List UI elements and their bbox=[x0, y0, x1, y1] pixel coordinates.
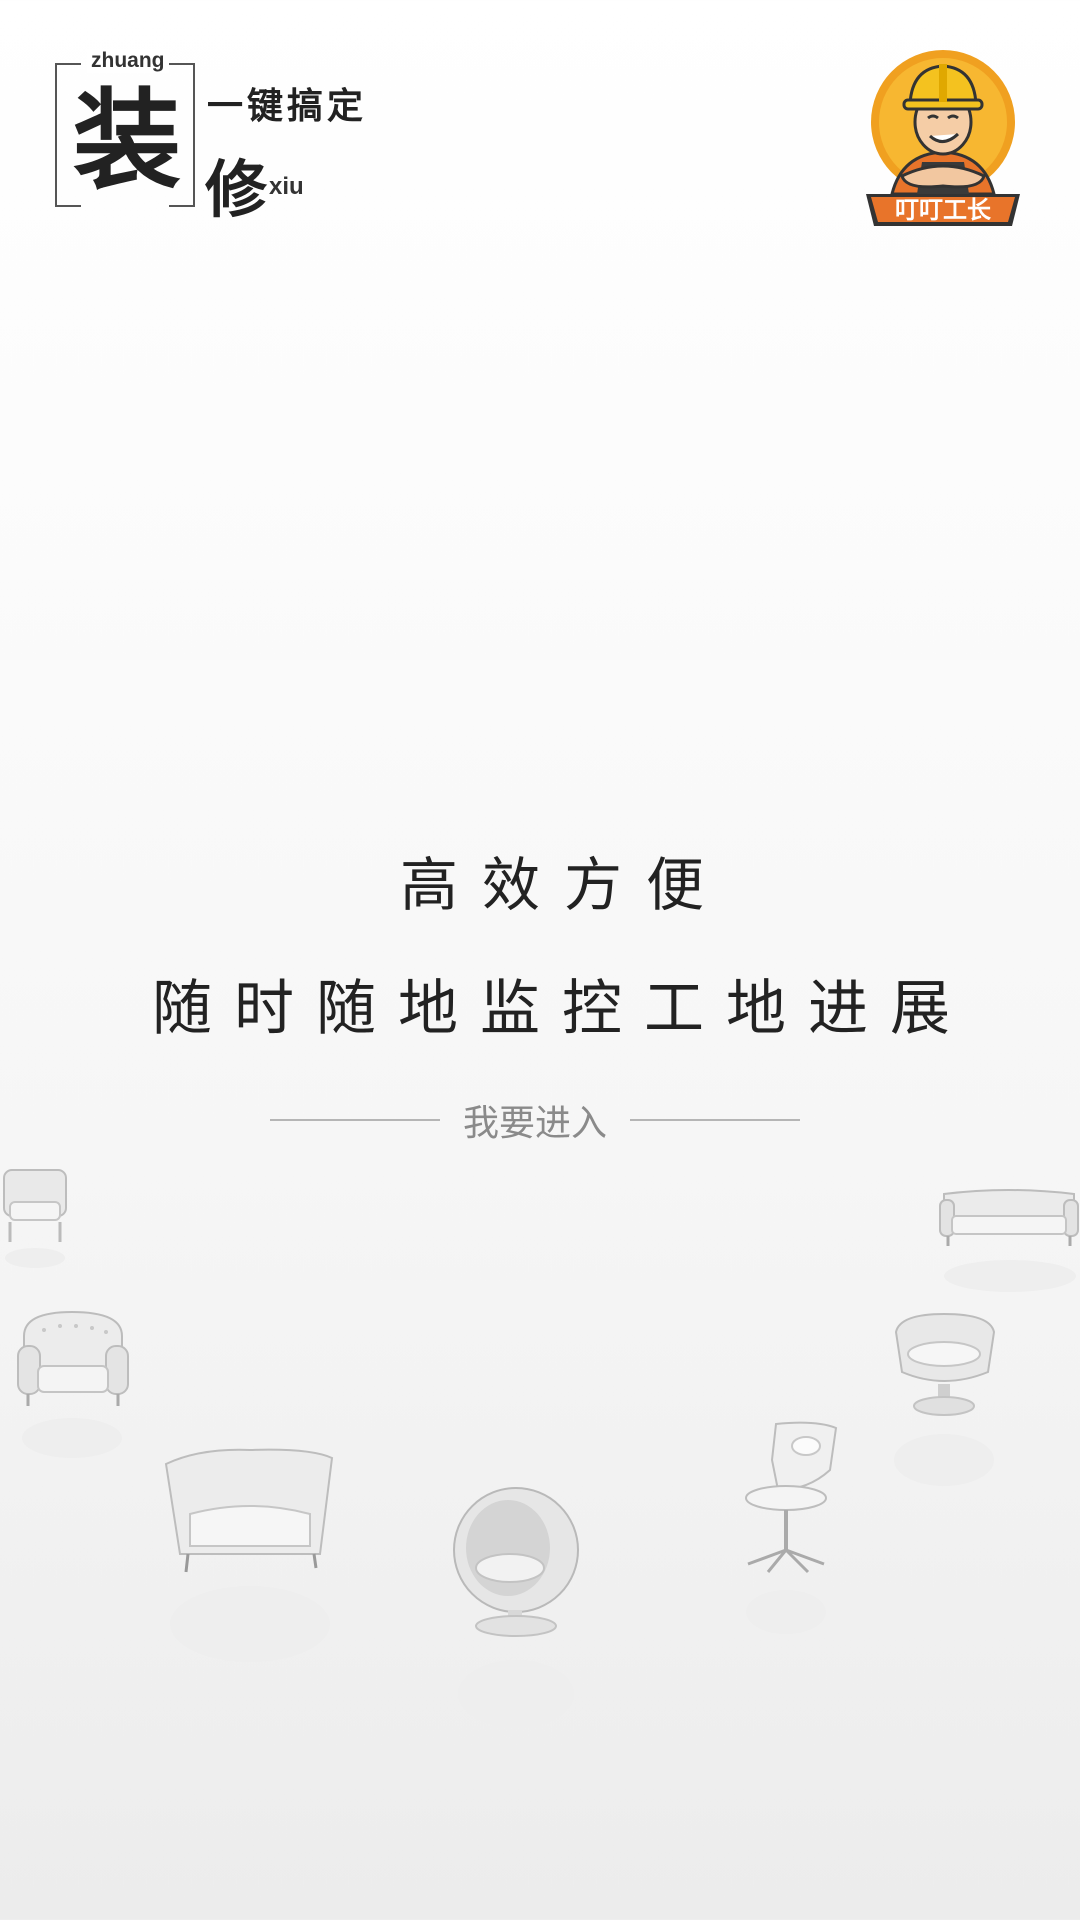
enter-section: 我要进入 bbox=[270, 1092, 800, 1148]
mascot-badge-text: 叮叮工长 bbox=[895, 196, 992, 224]
char-xiu: 修 bbox=[205, 153, 268, 226]
long-sofa-icon bbox=[939, 1189, 1079, 1292]
tub-chair-icon bbox=[894, 1312, 996, 1486]
ball-chair-icon bbox=[453, 1487, 579, 1728]
mascot-logo-icon: 叮叮工长 bbox=[866, 50, 1020, 226]
headline-line1: 高效方便 bbox=[399, 851, 728, 919]
modern-sofa-icon bbox=[164, 1448, 334, 1662]
pinyin-xiu: xiu bbox=[269, 173, 304, 200]
divider-right bbox=[630, 1119, 800, 1121]
brand-logo: zhuang 装 一键搞定 修 xiu bbox=[55, 49, 375, 226]
slogan-text: 一键搞定 bbox=[207, 85, 368, 127]
swivel-chair-icon bbox=[745, 1421, 838, 1634]
pinyin-zhuang: zhuang bbox=[87, 49, 169, 73]
enter-button[interactable]: 我要进入 bbox=[440, 1092, 630, 1148]
divider-left bbox=[270, 1119, 440, 1121]
chesterfield-armchair-icon bbox=[17, 1310, 129, 1458]
armchair-small-icon bbox=[3, 1169, 67, 1268]
headline-line2: 随时随地监控工地进展 bbox=[152, 974, 972, 1044]
char-zhuang: 装 bbox=[73, 78, 182, 204]
